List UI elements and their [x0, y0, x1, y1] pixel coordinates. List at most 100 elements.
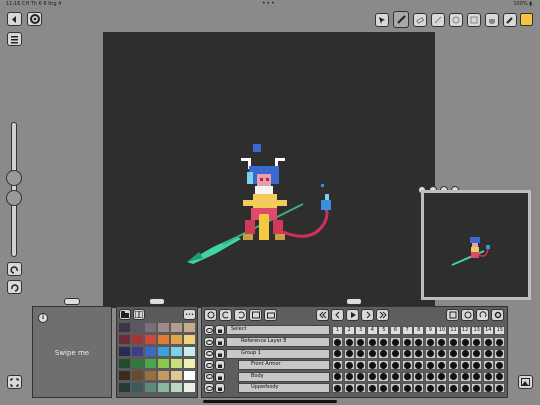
frame-cell[interactable] [471, 383, 483, 393]
frame-cell[interactable] [424, 348, 436, 359]
palette-swatch[interactable] [145, 347, 156, 356]
frame-cell[interactable] [482, 371, 494, 382]
frame-cell[interactable] [413, 360, 425, 370]
frame-cell[interactable] [332, 383, 343, 393]
palette-swatch[interactable] [119, 335, 130, 344]
frame-cell[interactable] [413, 383, 425, 393]
palette-swatch[interactable] [145, 323, 156, 332]
frame-cell[interactable] [343, 383, 355, 393]
palette-swatch[interactable] [119, 371, 130, 380]
frame-cell[interactable] [332, 371, 343, 382]
frame-cell[interactable] [401, 371, 413, 382]
palette-swatch[interactable] [132, 347, 143, 356]
frame-cell[interactable] [448, 360, 459, 370]
frame-cell[interactable] [448, 337, 459, 347]
frame-number[interactable]: 9 [424, 326, 436, 335]
palette-swatch[interactable] [184, 347, 195, 356]
palette-swatch[interactable] [132, 323, 143, 332]
play-button[interactable] [346, 309, 359, 321]
frame-cell[interactable] [471, 360, 483, 370]
frame-number[interactable]: 3 [355, 326, 367, 335]
layer-visibility-toggle[interactable] [204, 383, 214, 393]
frame-cell[interactable] [390, 360, 401, 370]
palette-swatch[interactable] [132, 359, 143, 368]
ellipse-tool-button[interactable] [449, 13, 463, 27]
frame-cell[interactable] [343, 348, 355, 359]
frame-number[interactable]: 6 [390, 326, 401, 335]
frame-number[interactable]: 14 [482, 326, 494, 335]
brush-size-handle[interactable] [6, 170, 22, 186]
frame-cell[interactable] [448, 371, 459, 382]
frame-cell[interactable] [332, 360, 343, 370]
palette-swatch[interactable] [145, 371, 156, 380]
eraser-tool-button[interactable] [413, 13, 427, 27]
settings-button[interactable] [27, 12, 42, 26]
layer-lock-toggle[interactable] [215, 348, 225, 359]
rotate-right-button[interactable] [234, 309, 247, 321]
layer-name[interactable]: Body [238, 371, 330, 382]
frame-cell[interactable] [494, 337, 506, 347]
palette-more-button[interactable]: ••• [183, 309, 196, 320]
rectangle-tool-button[interactable] [467, 13, 481, 27]
frame-number[interactable]: 12 [459, 326, 471, 335]
last-frame-button[interactable] [376, 309, 389, 321]
frame-cell[interactable] [459, 371, 471, 382]
layer-visibility-toggle[interactable] [204, 360, 214, 370]
frame-cell[interactable] [482, 348, 494, 359]
visibility-all-toggle[interactable] [204, 325, 214, 335]
palette-collapse-button[interactable] [149, 298, 165, 313]
frame-cell[interactable] [424, 360, 436, 370]
palette-swatch[interactable] [119, 383, 130, 392]
frame-cell[interactable] [343, 371, 355, 382]
frame-cell[interactable] [424, 337, 436, 347]
frame-cell[interactable] [401, 348, 413, 359]
palette-swatch[interactable] [184, 383, 195, 392]
frame-cell[interactable] [355, 348, 367, 359]
palette-swatch[interactable] [158, 323, 169, 332]
frame-number[interactable]: 1 [332, 326, 343, 335]
frame-cell[interactable] [436, 371, 448, 382]
frame-cell[interactable] [343, 360, 355, 370]
palette-swatch[interactable] [145, 383, 156, 392]
palette-swatch[interactable] [132, 383, 143, 392]
drawing-canvas[interactable] [103, 32, 435, 308]
frame-cell[interactable] [471, 348, 483, 359]
export-button[interactable] [264, 309, 277, 321]
frame-cell[interactable] [494, 383, 506, 393]
repeat-button[interactable] [476, 309, 489, 321]
palette-swatch[interactable] [119, 347, 130, 356]
palette-swatch[interactable] [158, 335, 169, 344]
frame-cell[interactable] [471, 371, 483, 382]
frame-cell[interactable] [378, 360, 390, 370]
palette-folder-button[interactable] [119, 309, 131, 320]
pencil-tool-button[interactable] [393, 11, 409, 28]
frame-number[interactable]: 4 [366, 326, 378, 335]
palette-swatch[interactable] [184, 371, 195, 380]
palette-swatch[interactable] [132, 335, 143, 344]
layer-lock-toggle[interactable] [215, 337, 225, 347]
palette-swatch[interactable] [158, 359, 169, 368]
palette-grid-button[interactable] [133, 309, 145, 320]
frame-number[interactable]: 10 [436, 326, 448, 335]
layer-name[interactable]: Reference Layer 8 [226, 337, 330, 347]
palette-swatch[interactable] [145, 335, 156, 344]
lock-all-toggle[interactable] [215, 325, 225, 335]
opacity-handle[interactable] [6, 190, 22, 206]
frame-cell[interactable] [424, 371, 436, 382]
palette-swatch[interactable] [145, 359, 156, 368]
frame-cell[interactable] [355, 383, 367, 393]
frame-cell[interactable] [390, 383, 401, 393]
frame-cell[interactable] [459, 360, 471, 370]
palette-swatch[interactable] [158, 347, 169, 356]
frame-cell[interactable] [355, 371, 367, 382]
frame-cell[interactable] [482, 337, 494, 347]
palette-swatch[interactable] [184, 323, 195, 332]
palette-swatch[interactable] [171, 359, 182, 368]
fill-tool-button[interactable] [485, 13, 499, 27]
frame-cell[interactable] [459, 337, 471, 347]
frame-settings-button[interactable] [461, 309, 474, 321]
frame-cell[interactable] [378, 348, 390, 359]
timeline-settings-button[interactable] [491, 309, 504, 321]
frame-cell[interactable] [332, 337, 343, 347]
frame-cell[interactable] [424, 383, 436, 393]
